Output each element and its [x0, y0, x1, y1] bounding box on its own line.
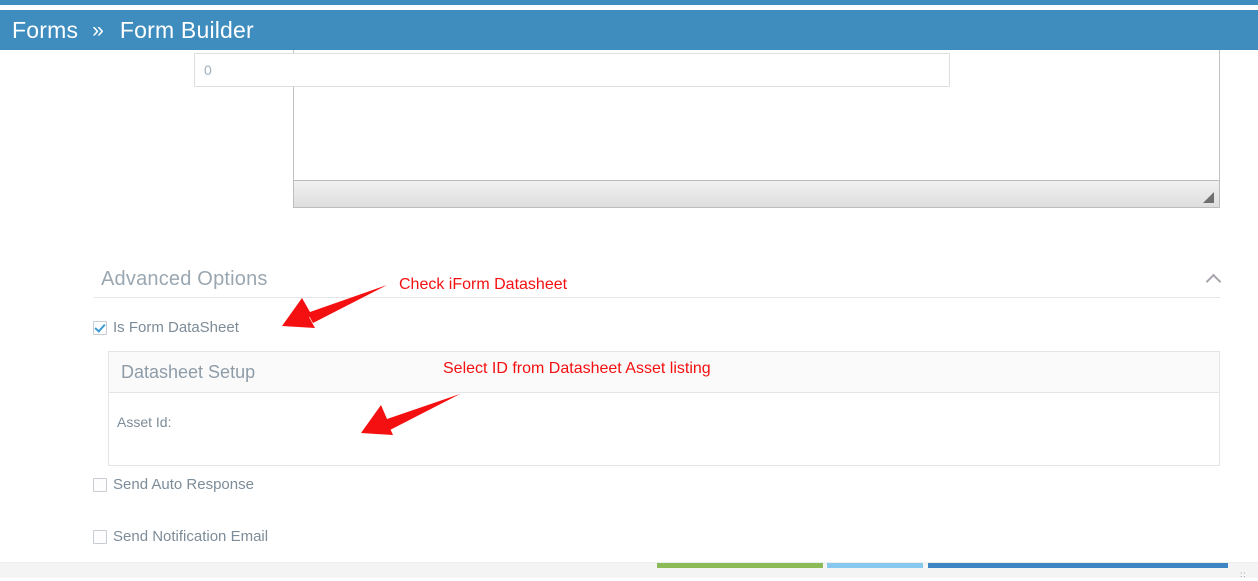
datasheet-setup-title: Datasheet Setup [121, 361, 256, 382]
advanced-options-divider [94, 297, 1220, 298]
resize-grip-icon[interactable] [1203, 192, 1214, 203]
send-auto-response-label: Send Auto Response [113, 476, 254, 493]
breadcrumb-header: Forms » Form Builder [0, 10, 1258, 50]
advanced-options-title: Advanced Options [101, 268, 268, 290]
send-notification-email-row[interactable]: Send Notification Email [93, 528, 268, 545]
red-arrow-icon [282, 285, 387, 328]
footer-bar-light-blue [827, 563, 923, 568]
breadcrumb-current-page: Form Builder [119, 16, 254, 43]
footer-corner-dots-icon: ∶∶ [1240, 570, 1247, 580]
is-form-datasheet-row[interactable]: Is Form DataSheet [93, 319, 239, 336]
annotation-select-id: Select ID from Datasheet Asset listing [443, 360, 711, 377]
asset-id-input[interactable] [194, 53, 950, 87]
datasheet-setup-panel-body: Asset Id: [109, 393, 1219, 465]
editor-status-bar [293, 180, 1220, 208]
asset-id-label: Asset Id: [117, 414, 172, 430]
breadcrumb-root-link[interactable]: Forms [12, 17, 78, 44]
is-form-datasheet-label: Is Form DataSheet [113, 319, 239, 336]
chevron-up-icon[interactable] [1206, 272, 1224, 286]
annotation-check-datasheet: Check iForm Datasheet [399, 276, 568, 293]
is-form-datasheet-checkbox[interactable] [93, 320, 107, 335]
send-auto-response-row[interactable]: Send Auto Response [93, 476, 254, 493]
send-notification-email-checkbox[interactable] [93, 529, 107, 544]
breadcrumb-separator-icon: » [92, 18, 104, 42]
send-auto-response-checkbox[interactable] [93, 477, 107, 492]
send-notification-email-label: Send Notification Email [113, 528, 269, 545]
footer-bar-green [657, 563, 823, 568]
footer-bar-dark-blue [928, 563, 1228, 568]
